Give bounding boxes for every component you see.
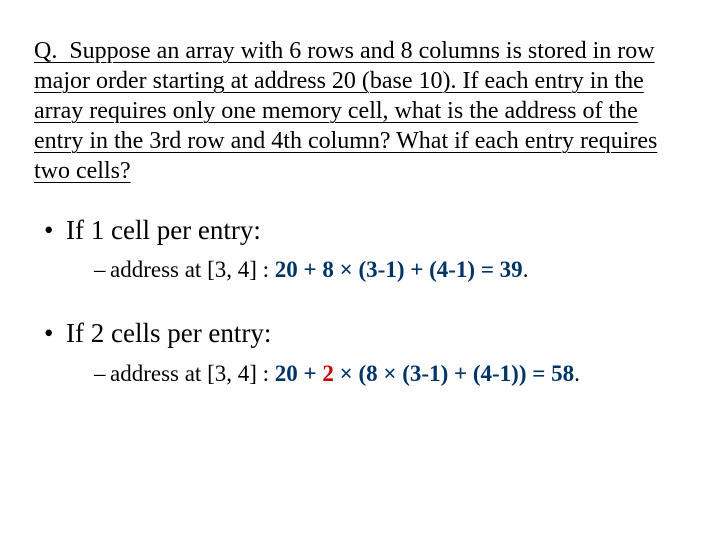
bullet-marker: • <box>44 315 66 351</box>
bullet-2-formula-part3: × (8 × (3-1) + (4-1)) = 58 <box>334 361 574 386</box>
bullet-1-sub: –address at [3, 4] : 20 + 8 × (3-1) + (4… <box>94 254 686 285</box>
bullet-block-1: •If 1 cell per entry: –address at [3, 4]… <box>44 212 686 285</box>
bullet-1: •If 1 cell per entry: <box>44 212 686 248</box>
bullet-block-2: •If 2 cells per entry: –address at [3, 4… <box>44 315 686 388</box>
bullet-1-sub-prefix: address at [3, 4] : <box>110 257 275 282</box>
bullet-2-sub: –address at [3, 4] : 20 + 2 × (8 × (3-1)… <box>94 358 686 389</box>
bullet-2-title: If 2 cells per entry: <box>66 318 271 348</box>
bullet-1-suffix: . <box>523 257 529 282</box>
bullet-2: •If 2 cells per entry: <box>44 315 686 351</box>
slide: Q. Suppose an array with 6 rows and 8 co… <box>0 0 720 540</box>
bullet-1-title: If 1 cell per entry: <box>66 215 261 245</box>
bullet-2-formula-part1: 20 + <box>275 361 323 386</box>
dash-marker: – <box>94 254 110 285</box>
bullet-2-formula-red: 2 <box>322 361 334 386</box>
question-text: Q. Suppose an array with 6 rows and 8 co… <box>34 36 686 186</box>
bullet-marker: • <box>44 212 66 248</box>
bullet-2-sub-prefix: address at [3, 4] : <box>110 361 275 386</box>
dash-marker: – <box>94 358 110 389</box>
bullet-1-formula: 20 + 8 × (3-1) + (4-1) = 39 <box>275 257 523 282</box>
bullet-2-suffix: . <box>574 361 580 386</box>
